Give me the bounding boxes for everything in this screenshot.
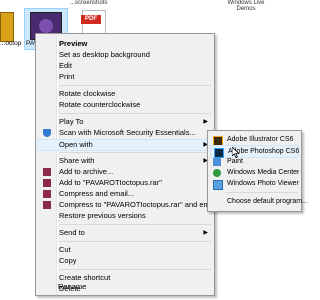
menu-item-label: Compress and email... bbox=[59, 189, 135, 198]
menu-separator bbox=[59, 241, 211, 242]
winrar-icon bbox=[43, 168, 51, 176]
menu-item-label: Restore previous versions bbox=[59, 211, 146, 220]
submenu-item-illustrator[interactable]: Adobe Illustrator CS6 bbox=[210, 134, 299, 146]
menu-separator bbox=[59, 85, 211, 86]
winrar-icon bbox=[43, 190, 51, 198]
chevron-right-icon: ▶ bbox=[203, 230, 208, 236]
menu-item-copy[interactable]: Copy bbox=[38, 256, 212, 266]
menu-separator bbox=[59, 113, 211, 114]
submenu-item-label: Choose default program... bbox=[227, 198, 308, 205]
menu-item-label: Scan with Microsoft Security Essentials.… bbox=[59, 128, 196, 137]
submenu-item-choose-default[interactable]: Choose default program... bbox=[210, 196, 308, 207]
menu-item-label: Rotate clockwise bbox=[59, 89, 116, 98]
menu-item-label: Add to "PAVAROTIoctopus.rar" bbox=[59, 178, 162, 187]
submenu-item-media-center[interactable]: Windows Media Center bbox=[210, 167, 299, 178]
submenu-item-photo-viewer[interactable]: Windows Photo Viewer bbox=[210, 178, 299, 190]
menu-item-play-to[interactable]: Play To ▶ bbox=[38, 117, 212, 127]
menu-separator bbox=[59, 269, 211, 270]
chevron-right-icon: ▶ bbox=[203, 119, 208, 125]
shield-icon bbox=[43, 129, 51, 137]
menu-item-label: Open with bbox=[59, 140, 93, 149]
menu-item-set-desktop-background[interactable]: Set as desktop background bbox=[38, 50, 212, 60]
menu-item-label: Rotate counterclockwise bbox=[59, 100, 141, 109]
submenu-item-paint[interactable]: Paint bbox=[210, 156, 299, 167]
menu-item-compress-and-email[interactable]: Compress and email... bbox=[38, 189, 212, 199]
photo-viewer-icon bbox=[213, 180, 223, 190]
mouse-cursor-icon bbox=[232, 147, 240, 158]
menu-item-rotate-counterclockwise[interactable]: Rotate counterclockwise bbox=[38, 100, 212, 110]
menu-item-label: Send to bbox=[59, 228, 85, 237]
context-menu: Preview Set as desktop background Edit P… bbox=[35, 33, 217, 296]
submenu-separator bbox=[225, 192, 298, 193]
menu-item-label: Cut bbox=[59, 245, 71, 254]
submenu-item-label: Windows Photo Viewer bbox=[227, 180, 299, 187]
menu-item-label: Compress to "PAVAROTIoctopus.rar" and em… bbox=[59, 200, 218, 209]
menu-item-add-to-rar[interactable]: Add to "PAVAROTIoctopus.rar" bbox=[38, 178, 212, 188]
menu-item-label: Preview bbox=[59, 39, 88, 48]
menu-item-label: Edit bbox=[59, 61, 72, 70]
menu-item-share-with[interactable]: Share with ▶ bbox=[38, 156, 212, 166]
menu-item-restore-previous-versions[interactable]: Restore previous versions bbox=[38, 211, 212, 221]
menu-item-label: Play To bbox=[59, 117, 84, 126]
open-with-submenu: Adobe Illustrator CS6 Adobe Photoshop CS… bbox=[207, 130, 308, 212]
left-file-icon[interactable] bbox=[0, 12, 14, 42]
left-file-label: ...octop bbox=[0, 40, 22, 47]
menu-item-send-to[interactable]: Send to ▶ bbox=[38, 228, 212, 238]
paint-icon bbox=[213, 158, 221, 166]
menu-item-label: Rename bbox=[58, 282, 87, 291]
menu-item-compress-rar-and-email[interactable]: Compress to "PAVAROTIoctopus.rar" and em… bbox=[38, 200, 217, 210]
submenu-item-label: Windows Media Center bbox=[227, 169, 300, 176]
top-file-label-left: ...screenshots bbox=[70, 0, 108, 6]
menu-item-rename[interactable]: Rename bbox=[37, 282, 213, 292]
menu-item-label: Add to archive... bbox=[59, 167, 114, 176]
menu-item-edit[interactable]: Edit bbox=[38, 61, 212, 71]
menu-item-add-to-archive[interactable]: Add to archive... bbox=[38, 167, 212, 177]
winrar-icon bbox=[43, 201, 51, 209]
menu-separator bbox=[59, 152, 211, 153]
menu-separator bbox=[59, 224, 211, 225]
menu-item-rotate-clockwise[interactable]: Rotate clockwise bbox=[38, 89, 212, 99]
submenu-item-label: Adobe Illustrator CS6 bbox=[227, 136, 294, 143]
menu-item-label: Print bbox=[59, 72, 75, 81]
menu-item-label: Share with bbox=[59, 156, 95, 165]
menu-item-open-with[interactable]: Open with ▶ bbox=[37, 139, 213, 151]
top-file-label-right: Windows Live Demos bbox=[227, 0, 265, 12]
menu-item-cut[interactable]: Cut bbox=[38, 245, 212, 255]
media-center-icon bbox=[213, 169, 221, 177]
pdf-badge: PDF bbox=[81, 15, 101, 24]
menu-item-preview[interactable]: Preview bbox=[38, 39, 212, 49]
menu-item-scan-security-essentials[interactable]: Scan with Microsoft Security Essentials.… bbox=[38, 128, 212, 138]
desktop: ...screenshots Windows Live Demos ...oct… bbox=[0, 0, 308, 300]
winrar-icon bbox=[43, 179, 51, 187]
menu-item-label: Set as desktop background bbox=[59, 50, 150, 59]
menu-item-label: Copy bbox=[59, 256, 77, 265]
menu-item-print[interactable]: Print bbox=[38, 72, 212, 82]
